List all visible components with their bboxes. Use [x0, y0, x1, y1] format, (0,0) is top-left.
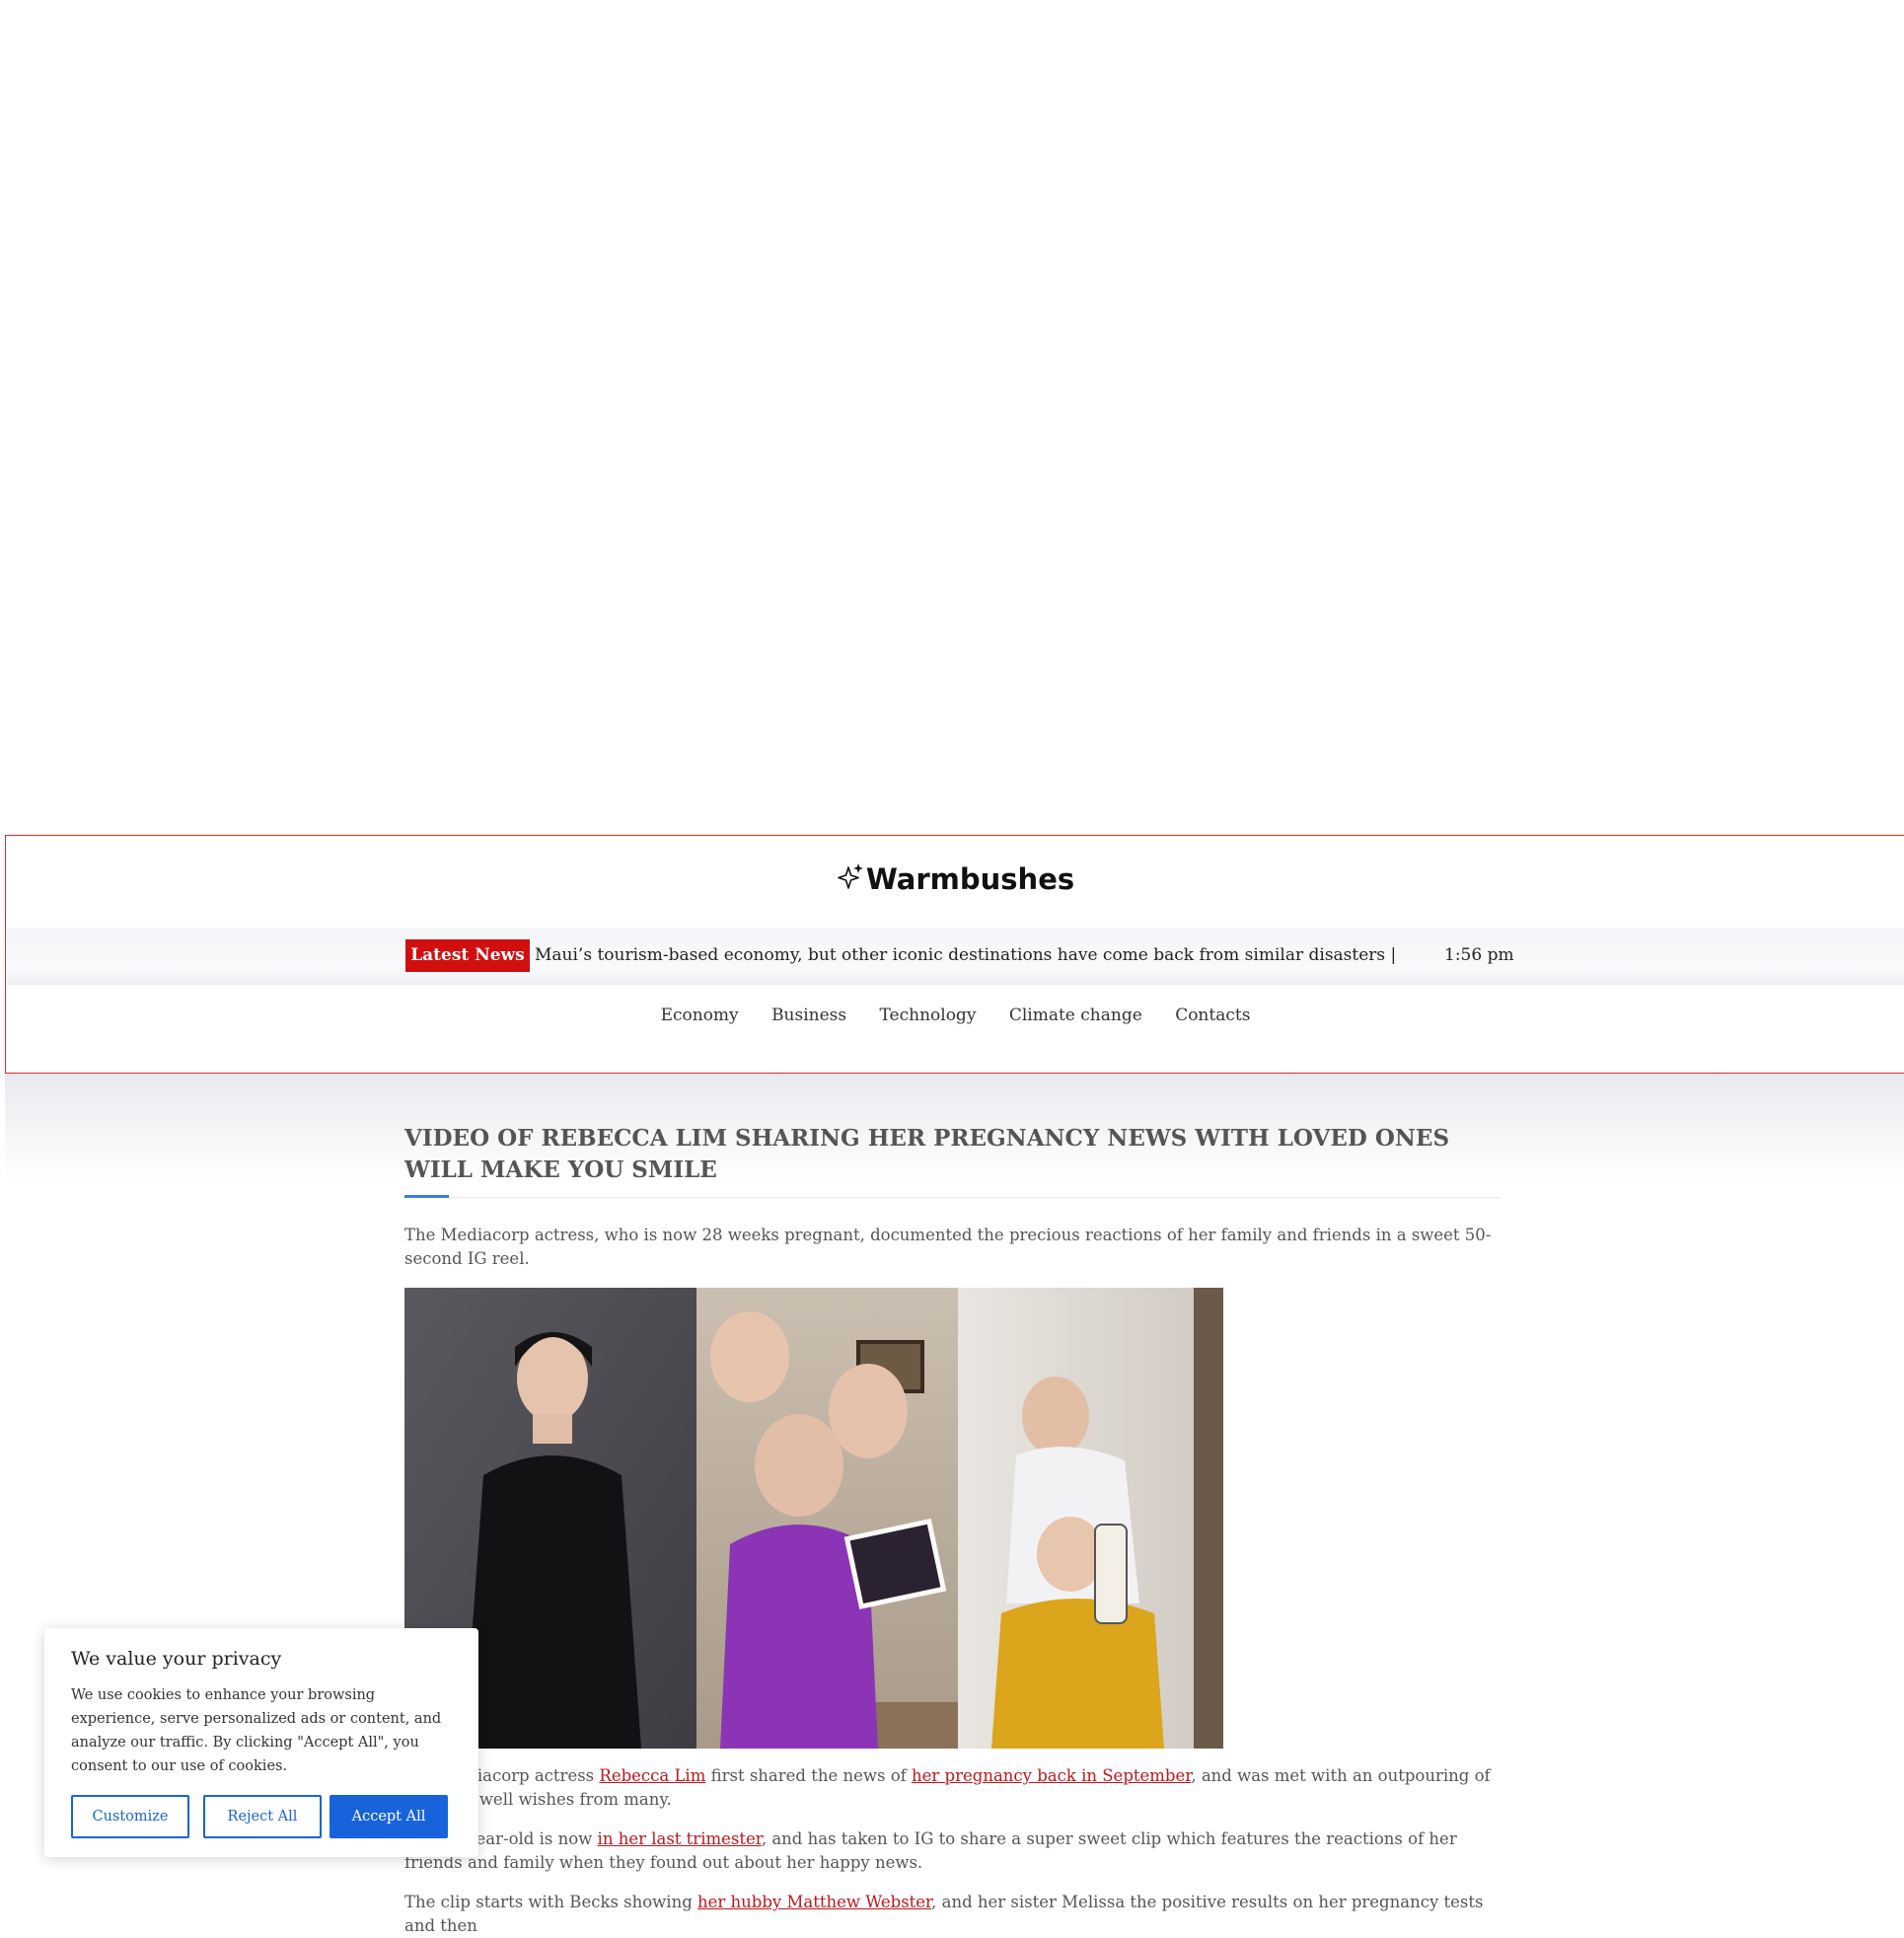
cookie-consent-banner: We value your privacy We use cookies to … [44, 1628, 478, 1857]
title-divider [404, 1197, 1500, 1198]
link-pregnancy-september[interactable]: her pregnancy back in September [912, 1766, 1191, 1785]
customize-button[interactable]: Customize [71, 1795, 189, 1838]
accept-all-button[interactable]: Accept All [330, 1795, 448, 1838]
article-paragraph-3: The clip starts with Becks showing her h… [404, 1893, 1484, 1935]
link-rebecca-lim[interactable]: Rebecca Lim [599, 1766, 705, 1785]
ticker-headline[interactable]: Maui’s tourism-based economy, but other … [535, 939, 1398, 972]
nav-item-business[interactable]: Business [771, 1006, 846, 1025]
reject-all-button[interactable]: Reject All [203, 1795, 322, 1838]
link-last-trimester[interactable]: in her last trimester [598, 1829, 762, 1848]
article-title: Video Of Rebecca Lim Sharing Her Pregnan… [404, 1125, 1450, 1183]
nav-item-contacts[interactable]: Contacts [1175, 1006, 1250, 1025]
nav-item-economy[interactable]: Economy [661, 1006, 739, 1025]
hero-collage-image [404, 1288, 1223, 1749]
title-accent-bar [404, 1195, 449, 1198]
article-paragraph-1: The Mediacorp actress Rebecca Lim first … [404, 1766, 1491, 1809]
site-logo[interactable]: Warmbushes [6, 861, 1904, 896]
nav-item-technology[interactable]: Technology [880, 1006, 977, 1025]
article-hero-image [404, 1288, 1223, 1749]
article-paragraph-2: The 36-year-old is now in her last trime… [404, 1829, 1457, 1872]
link-matthew-webster[interactable]: her hubby Matthew Webster [697, 1893, 931, 1911]
cookie-title: We value your privacy [71, 1648, 282, 1670]
site-header: Warmbushes Latest News Maui’s tourism-ba… [5, 835, 1904, 1074]
sparkle-icon [838, 863, 863, 889]
nav-item-climate-change[interactable]: Climate change [1009, 1006, 1142, 1025]
latest-news-badge: Latest News [405, 939, 530, 972]
ticker-time: 1:56 pm [1444, 945, 1514, 965]
main-nav: Economy Business Technology Climate chan… [6, 1006, 1904, 1025]
ad-space [0, 0, 1904, 835]
site-logo-text: Warmbushes [865, 862, 1075, 896]
article-lead: The Mediacorp actress, who is now 28 wee… [404, 1226, 1492, 1268]
cookie-body: We use cookies to enhance your browsing … [71, 1687, 442, 1774]
